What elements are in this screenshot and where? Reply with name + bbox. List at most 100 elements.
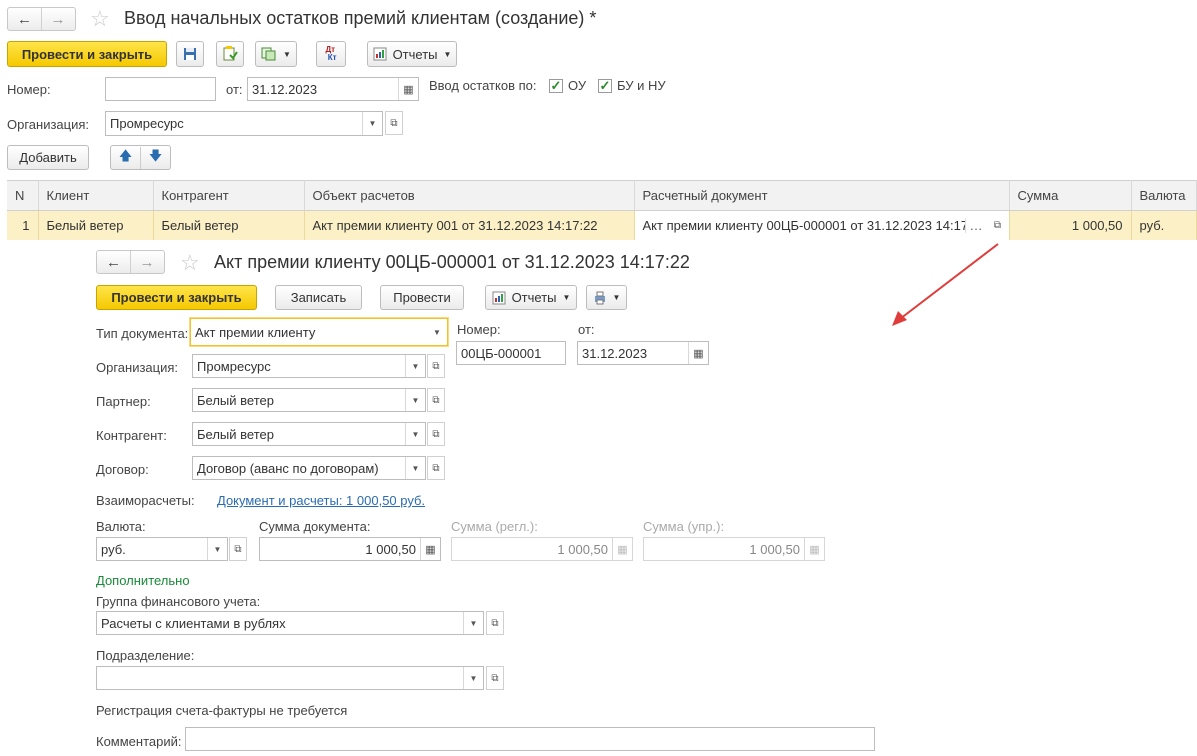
sub-reports-button[interactable]: Отчеты ▼	[485, 285, 577, 310]
balances-table: N Клиент Контрагент Объект расчетов Расч…	[7, 180, 1197, 240]
org-select[interactable]: Промресурс ▼	[105, 111, 383, 136]
sub-date-input[interactable]: 31.12.2023 ▦	[577, 341, 709, 365]
dropdown-icon[interactable]: ▼	[405, 389, 425, 411]
open-icon[interactable]: ⧉	[385, 111, 403, 135]
forward-icon[interactable]: →	[41, 8, 74, 30]
ellipsis-icon[interactable]: …	[964, 218, 987, 233]
sub-counterparty-label: Контрагент:	[96, 428, 167, 443]
write-button[interactable]: Записать	[275, 285, 362, 310]
department-select[interactable]: ▼	[96, 666, 484, 690]
reports-icon	[492, 291, 506, 304]
partner-select[interactable]: Белый ветер ▼	[192, 388, 426, 412]
dropdown-icon[interactable]: ▼	[405, 457, 425, 479]
doc-sum-input[interactable]: 1 000,50 ▦	[259, 537, 441, 561]
dropdown-icon[interactable]: ▼	[463, 667, 483, 689]
col-object[interactable]: Объект расчетов	[304, 180, 635, 211]
save-icon[interactable]	[176, 41, 204, 67]
calendar-icon[interactable]: ▦	[398, 78, 418, 100]
checkbox-checked-icon[interactable]: ✓	[598, 78, 612, 93]
post-button[interactable]: Провести	[380, 285, 464, 310]
forward-icon[interactable]: →	[130, 251, 163, 273]
partner-label: Партнер:	[96, 394, 151, 409]
cell-counterparty: Белый ветер	[153, 210, 305, 240]
open-icon[interactable]: ⧉	[427, 456, 445, 480]
col-counterparty[interactable]: Контрагент	[153, 180, 305, 211]
contract-label: Договор:	[96, 462, 149, 477]
col-client[interactable]: Клиент	[38, 180, 154, 211]
favorite-star-icon[interactable]: ☆	[180, 252, 200, 274]
calculator-icon: ▦	[804, 538, 824, 560]
comment-input[interactable]	[185, 727, 875, 751]
calendar-icon[interactable]: ▦	[688, 342, 708, 364]
open-icon[interactable]: ⧉	[229, 537, 247, 561]
date-input[interactable]: 31.12.2023 ▦	[247, 77, 419, 101]
back-icon[interactable]: ←	[97, 251, 130, 273]
col-currency[interactable]: Валюта	[1131, 180, 1197, 211]
cell-object: Акт премии клиенту 001 от 31.12.2023 14:…	[304, 210, 635, 240]
dropdown-icon[interactable]: ▼	[207, 538, 227, 560]
date-from-label: от:	[226, 82, 243, 97]
sub-more-button[interactable]: ▼	[586, 285, 627, 310]
sub-org-label: Организация:	[96, 360, 179, 375]
table-row[interactable]: 1 Белый ветер Белый ветер Акт премии кли…	[7, 210, 1197, 240]
settlements-link[interactable]: Документ и расчеты: 1 000,50 руб.	[217, 493, 425, 508]
number-input[interactable]	[105, 77, 216, 101]
cell-doc-editor[interactable]: Акт премии клиенту 00ЦБ-000001 от 31.12.…	[634, 210, 1010, 240]
move-down-icon[interactable]: 🡇	[141, 147, 170, 169]
dropdown-icon[interactable]: ▼	[405, 423, 425, 445]
post-and-close-button[interactable]: Провести и закрыть	[7, 41, 167, 67]
sub-counterparty-select[interactable]: Белый ветер ▼	[192, 422, 426, 446]
fin-group-select[interactable]: Расчеты с клиентами в рублях ▼	[96, 611, 484, 635]
dropdown-icon[interactable]: ▼	[405, 355, 425, 377]
sub-org-select[interactable]: Промресурс ▼	[192, 354, 426, 378]
favorite-star-icon[interactable]: ☆	[90, 8, 110, 30]
post-doc-icon[interactable]	[216, 41, 244, 67]
sub-post-and-close-button[interactable]: Провести и закрыть	[96, 285, 257, 310]
sum-mgmt-input: 1 000,50 ▦	[643, 537, 825, 561]
move-up-icon[interactable]: 🡅	[111, 146, 141, 169]
open-icon[interactable]: ⧉	[427, 354, 445, 378]
dropdown-icon[interactable]: ▼	[463, 612, 483, 634]
dt-kt-icon[interactable]: Дт Кт	[316, 41, 346, 67]
annotation-arrow	[892, 243, 999, 326]
reports-button[interactable]: Отчеты ▼	[367, 41, 457, 67]
back-icon[interactable]: ←	[8, 8, 41, 30]
open-icon[interactable]: ⧉	[987, 220, 1009, 231]
cell-currency: руб.	[1131, 210, 1197, 240]
sub-number-input[interactable]: 00ЦБ-000001	[456, 341, 566, 365]
sub-from-label: от:	[578, 322, 595, 337]
dropdown-icon[interactable]: ▼	[362, 112, 382, 135]
calculator-icon[interactable]: ▦	[420, 538, 440, 560]
currency-select[interactable]: руб. ▼	[96, 537, 228, 561]
invoice-note: Регистрация счета-фактуры не требуется	[96, 703, 348, 718]
chevron-down-icon: ▼	[562, 293, 571, 302]
col-n[interactable]: N	[7, 180, 39, 211]
open-icon[interactable]: ⧉	[486, 611, 504, 635]
col-sum[interactable]: Сумма	[1009, 180, 1132, 211]
settlements-label: Взаиморасчеты:	[96, 493, 195, 508]
department-label: Подразделение:	[96, 648, 195, 663]
checkbox-checked-icon[interactable]: ✓	[549, 78, 563, 93]
currency-label: Валюта:	[96, 519, 146, 534]
sum-reg-label: Сумма (регл.):	[451, 519, 538, 534]
dropdown-icon[interactable]: ▼	[427, 319, 447, 345]
chevron-down-icon: ▼	[612, 293, 621, 302]
page-title: Ввод начальных остатков премий клиентам …	[124, 8, 597, 28]
open-icon[interactable]: ⧉	[427, 388, 445, 412]
add-button[interactable]: Добавить	[7, 145, 89, 170]
cell-doc[interactable]: Акт премии клиенту 00ЦБ-000001 от 31.12.…	[635, 218, 965, 233]
doc-type-label: Тип документа:	[96, 326, 189, 341]
col-doc[interactable]: Расчетный документ	[634, 180, 1010, 211]
create-based-on-button[interactable]: ▼	[255, 41, 297, 67]
additional-group-title[interactable]: Дополнительно	[96, 573, 190, 588]
org-label: Организация:	[7, 117, 90, 132]
reports-label: Отчеты	[392, 46, 438, 62]
check-bu-nu[interactable]: ✓ БУ и НУ	[598, 78, 666, 93]
sub-title: Акт премии клиенту 00ЦБ-000001 от 31.12.…	[214, 252, 690, 272]
open-icon[interactable]: ⧉	[427, 422, 445, 446]
doc-type-select[interactable]: Акт премии клиенту ▼	[190, 318, 448, 346]
open-icon[interactable]: ⧉	[486, 666, 504, 690]
contract-select[interactable]: Договор (аванс по договорам) ▼	[192, 456, 426, 480]
reports-icon	[373, 47, 387, 61]
check-ou[interactable]: ✓ ОУ	[549, 78, 586, 93]
